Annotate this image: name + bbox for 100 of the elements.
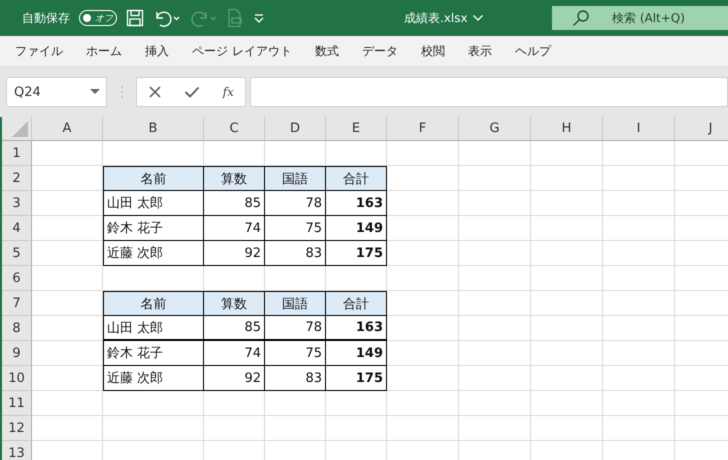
menu-tab[interactable]: データ	[352, 42, 407, 60]
column-header[interactable]: G	[459, 117, 531, 141]
empty-cell[interactable]	[204, 416, 265, 441]
row-header[interactable]: 9	[2, 341, 32, 366]
grip-icon[interactable]	[120, 85, 124, 99]
empty-cell[interactable]	[531, 316, 603, 341]
empty-cell[interactable]	[103, 391, 204, 416]
empty-cell[interactable]	[531, 166, 603, 191]
empty-cell[interactable]	[459, 266, 531, 291]
empty-cell[interactable]	[459, 216, 531, 241]
name-box[interactable]: Q24	[6, 77, 107, 107]
empty-cell[interactable]	[531, 141, 603, 166]
redo-icon[interactable]	[190, 9, 218, 27]
column-header[interactable]: A	[32, 117, 103, 141]
empty-cell[interactable]	[603, 316, 675, 341]
empty-cell[interactable]	[459, 416, 531, 441]
empty-cell[interactable]	[531, 391, 603, 416]
empty-cell[interactable]	[387, 316, 459, 341]
column-header[interactable]: I	[603, 117, 675, 141]
empty-cell[interactable]	[603, 191, 675, 216]
empty-cell[interactable]	[531, 191, 603, 216]
empty-cell[interactable]	[459, 191, 531, 216]
menu-tab[interactable]: 校閲	[412, 42, 454, 60]
menu-tab[interactable]: ヘルプ	[506, 42, 560, 60]
column-header[interactable]: E	[326, 117, 387, 141]
cancel-icon[interactable]	[148, 85, 162, 99]
empty-cell[interactable]	[387, 266, 459, 291]
column-header[interactable]: F	[387, 117, 459, 141]
insert-function-button[interactable]: fx	[222, 85, 234, 99]
empty-cell[interactable]	[387, 391, 459, 416]
row-header[interactable]: 8	[2, 316, 32, 341]
empty-cell[interactable]	[387, 416, 459, 441]
row-header[interactable]: 11	[2, 391, 32, 416]
column-header[interactable]: H	[531, 117, 603, 141]
empty-cell[interactable]	[603, 216, 675, 241]
empty-cell[interactable]	[204, 266, 265, 291]
row-header[interactable]: 2	[2, 166, 32, 191]
empty-cell[interactable]	[265, 391, 326, 416]
empty-cell[interactable]	[603, 341, 675, 366]
menu-tab[interactable]: 表示	[458, 42, 501, 60]
empty-cell[interactable]	[459, 141, 531, 166]
check-icon[interactable]	[184, 85, 200, 99]
empty-cell[interactable]	[603, 141, 675, 166]
empty-cell[interactable]	[531, 291, 603, 316]
empty-cell[interactable]	[387, 141, 459, 166]
search-icon[interactable]	[572, 9, 590, 27]
empty-cell[interactable]	[265, 416, 326, 441]
empty-cell[interactable]	[103, 266, 204, 291]
search-field[interactable]: 検索 (Alt+Q)	[552, 6, 728, 30]
empty-cell[interactable]	[603, 366, 675, 391]
empty-cell[interactable]	[531, 366, 603, 391]
autosave-toggle[interactable]: オフ	[79, 10, 117, 26]
empty-cell[interactable]	[459, 241, 531, 266]
column-header[interactable]: J	[675, 117, 728, 141]
select-all-icon[interactable]	[12, 121, 28, 137]
empty-cell[interactable]	[531, 266, 603, 291]
empty-cell[interactable]	[326, 416, 387, 441]
empty-cell[interactable]	[603, 166, 675, 191]
empty-cell[interactable]	[103, 416, 204, 441]
row-header[interactable]: 5	[2, 241, 32, 266]
empty-cell[interactable]	[459, 166, 531, 191]
row-header[interactable]: 1	[2, 141, 32, 166]
empty-cell[interactable]	[531, 416, 603, 441]
empty-cell[interactable]	[265, 266, 326, 291]
empty-cell[interactable]	[459, 316, 531, 341]
empty-cell[interactable]	[326, 266, 387, 291]
menu-tab[interactable]: 数式	[306, 42, 348, 60]
empty-cell[interactable]	[387, 216, 459, 241]
row-header[interactable]: 3	[2, 191, 32, 216]
row-header[interactable]: 4	[2, 216, 32, 241]
empty-cell[interactable]	[603, 291, 675, 316]
empty-cell[interactable]	[103, 141, 204, 166]
empty-cell[interactable]	[459, 291, 531, 316]
menu-tab[interactable]: ページ レイアウト	[183, 42, 301, 60]
empty-cell[interactable]	[531, 341, 603, 366]
empty-cell[interactable]	[326, 141, 387, 166]
empty-cell[interactable]	[387, 241, 459, 266]
empty-cell[interactable]	[459, 366, 531, 391]
row-header[interactable]: 7	[2, 291, 32, 316]
empty-cell[interactable]	[204, 391, 265, 416]
empty-cell[interactable]	[387, 191, 459, 216]
row-header[interactable]: 13	[2, 441, 32, 460]
column-header[interactable]: C	[204, 117, 265, 141]
empty-cell[interactable]	[603, 391, 675, 416]
chevron-icon[interactable]	[472, 13, 484, 23]
save-icon[interactable]	[126, 9, 144, 27]
dropdown-icon[interactable]	[90, 89, 100, 95]
menu-tab[interactable]: 挿入	[136, 42, 178, 60]
empty-cell[interactable]	[387, 341, 459, 366]
menu-tab[interactable]: ファイル	[6, 42, 72, 60]
menu-tab[interactable]: ホーム	[77, 42, 131, 60]
empty-cell[interactable]	[326, 391, 387, 416]
empty-cell[interactable]	[204, 141, 265, 166]
empty-cell[interactable]	[603, 266, 675, 291]
empty-cell[interactable]	[531, 241, 603, 266]
row-header[interactable]: 6	[2, 266, 32, 291]
formula-input[interactable]	[250, 77, 728, 107]
empty-cell[interactable]	[603, 416, 675, 441]
document-icon[interactable]	[227, 8, 243, 28]
empty-cell[interactable]	[387, 366, 459, 391]
